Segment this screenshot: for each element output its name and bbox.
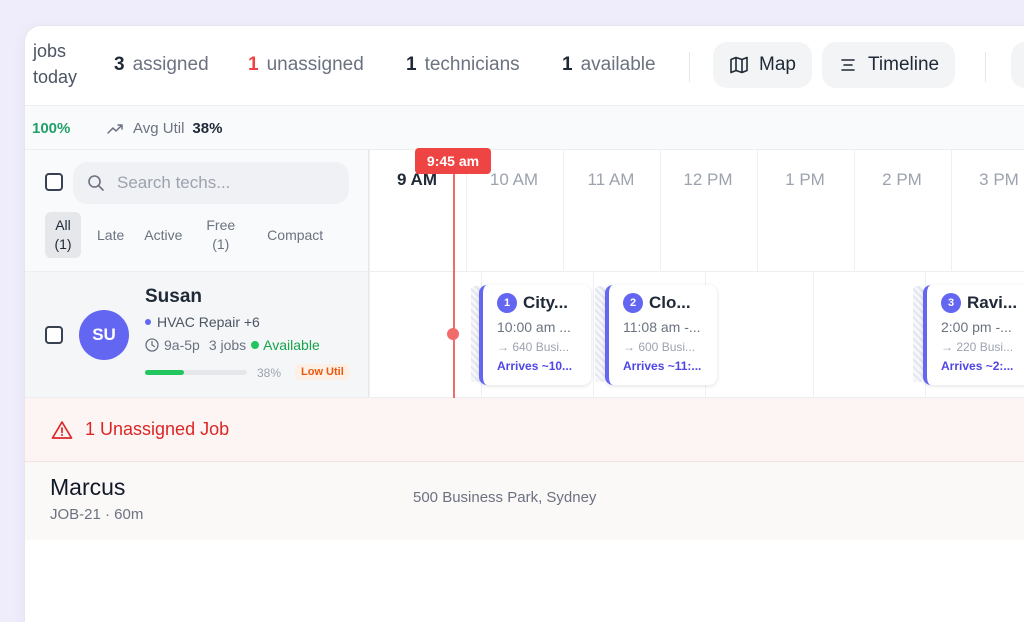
- job-card[interactable]: 1 City... 10:00 am ... → 640 Busi... Arri…: [479, 285, 591, 385]
- stat-unassigned: 1 unassigned: [248, 54, 364, 75]
- timeline-button[interactable]: Timeline: [822, 42, 956, 88]
- travel-block: [913, 286, 923, 382]
- current-time-line: [453, 150, 455, 398]
- tech-meta: 9a-5p 3 jobs Available: [145, 337, 320, 353]
- clock-icon: [145, 338, 159, 352]
- timeline-icon: [841, 59, 855, 71]
- job-number: 3: [941, 293, 961, 313]
- job-title: Ravi...: [967, 293, 1018, 312]
- job-arrival: Arrives ~2:...: [941, 359, 1014, 373]
- jobs-today-label: jobs today: [33, 41, 78, 87]
- job-address: → 220 Busi...: [941, 340, 1014, 354]
- travel-block: [595, 286, 605, 382]
- overflow-button[interactable]: [1011, 42, 1024, 88]
- hour-label: 1 PM: [785, 170, 825, 189]
- filter-active[interactable]: Active: [138, 222, 188, 249]
- hour-label: 11 AM: [587, 170, 635, 189]
- job-number: 1: [497, 293, 517, 313]
- stats-bar: jobs today 3 assigned 1 unassigned 1 techni…: [25, 26, 1024, 106]
- job-address: → 640 Busi...: [497, 340, 570, 354]
- capacity-percent: 100%: [32, 120, 71, 137]
- tech-skills: HVAC Repair +6: [145, 314, 260, 330]
- status-dot: [251, 341, 260, 349]
- trend-up-icon: [107, 123, 123, 134]
- filter-late[interactable]: Late: [91, 222, 130, 249]
- filter-compact[interactable]: Compact: [261, 222, 329, 249]
- current-time-badge: 9:45 am: [415, 148, 491, 174]
- filter-all[interactable]: All (1): [45, 212, 81, 258]
- filter-tabs: All (1) Late Active Free (1) Compact: [45, 212, 329, 258]
- stat-available: 1 available: [562, 54, 656, 75]
- job-card[interactable]: 3 Ravi... 2:00 pm -... → 220 Busi... Arri…: [923, 285, 1024, 385]
- job-time: 2:00 pm -...: [941, 319, 1012, 335]
- tech-row[interactable]: SU Susan HVAC Repair +6 9a-5p 3 jobs Ava…: [25, 272, 369, 398]
- tech-name: Susan: [145, 286, 203, 307]
- avg-util: Avg Util 38%: [107, 120, 222, 137]
- current-time-dot: [447, 328, 459, 340]
- hour-label: 10 AM: [489, 170, 539, 189]
- unassigned-job-row[interactable]: Marcus JOB-21 · 60m 500 Business Park, S…: [25, 462, 1024, 540]
- job-address: 500 Business Park, Sydney: [413, 489, 597, 506]
- job-id: JOB-21 · 60m: [50, 506, 144, 523]
- tech-checkbox[interactable]: [45, 326, 63, 344]
- job-arrival: Arrives ~10...: [497, 359, 573, 373]
- job-number: 2: [623, 293, 643, 313]
- job-arrival: Arrives ~11:...: [623, 359, 702, 373]
- hour-label: 3 PM: [979, 170, 1019, 189]
- search-placeholder: Search techs...: [117, 173, 231, 192]
- job-time: 10:00 am ...: [497, 319, 571, 335]
- divider: [985, 52, 986, 82]
- avatar: SU: [79, 310, 129, 360]
- map-button[interactable]: Map: [713, 42, 812, 88]
- map-icon: [730, 56, 748, 74]
- hour-label: 2 PM: [882, 170, 922, 189]
- unassigned-header[interactable]: 1 Unassigned Job: [25, 398, 1024, 462]
- status-badge: Available: [251, 337, 320, 353]
- utilization-row: 100% Avg Util 38%: [25, 106, 1024, 150]
- low-util-badge: Low Util: [295, 364, 350, 380]
- utilization-fill: [145, 370, 184, 375]
- stat-assigned: 3 assigned: [114, 54, 209, 75]
- skill-dot: [145, 319, 151, 325]
- customer-name: Marcus: [50, 474, 126, 500]
- utilization-percent: 38%: [257, 366, 282, 380]
- divider: [689, 52, 690, 82]
- dispatch-board: jobs today 3 assigned 1 unassigned 1 techni…: [25, 26, 1024, 622]
- select-all-checkbox[interactable]: [45, 173, 63, 191]
- hour-label: 12 PM: [683, 170, 733, 189]
- stat-technicians: 1 technicians: [406, 54, 520, 75]
- tech-list-header: Search techs... All (1) Late Active Free(…: [25, 150, 369, 272]
- job-title: City...: [523, 293, 569, 312]
- utilization-bar: [145, 370, 247, 375]
- job-address: → 600 Busi...: [623, 340, 696, 354]
- search-icon: [88, 175, 104, 191]
- job-title: Clo...: [649, 293, 691, 312]
- job-time: 11:08 am -...: [623, 319, 701, 335]
- search-input[interactable]: Search techs...: [73, 162, 349, 204]
- filter-free[interactable]: Free (1): [200, 212, 241, 258]
- tech-timeline: 1 City... 10:00 am ... → 640 Busi... Arri…: [369, 272, 1024, 398]
- job-card[interactable]: 2 Clo... 11:08 am -... → 600 Busi... Arri…: [605, 285, 717, 385]
- warning-icon: [51, 420, 73, 439]
